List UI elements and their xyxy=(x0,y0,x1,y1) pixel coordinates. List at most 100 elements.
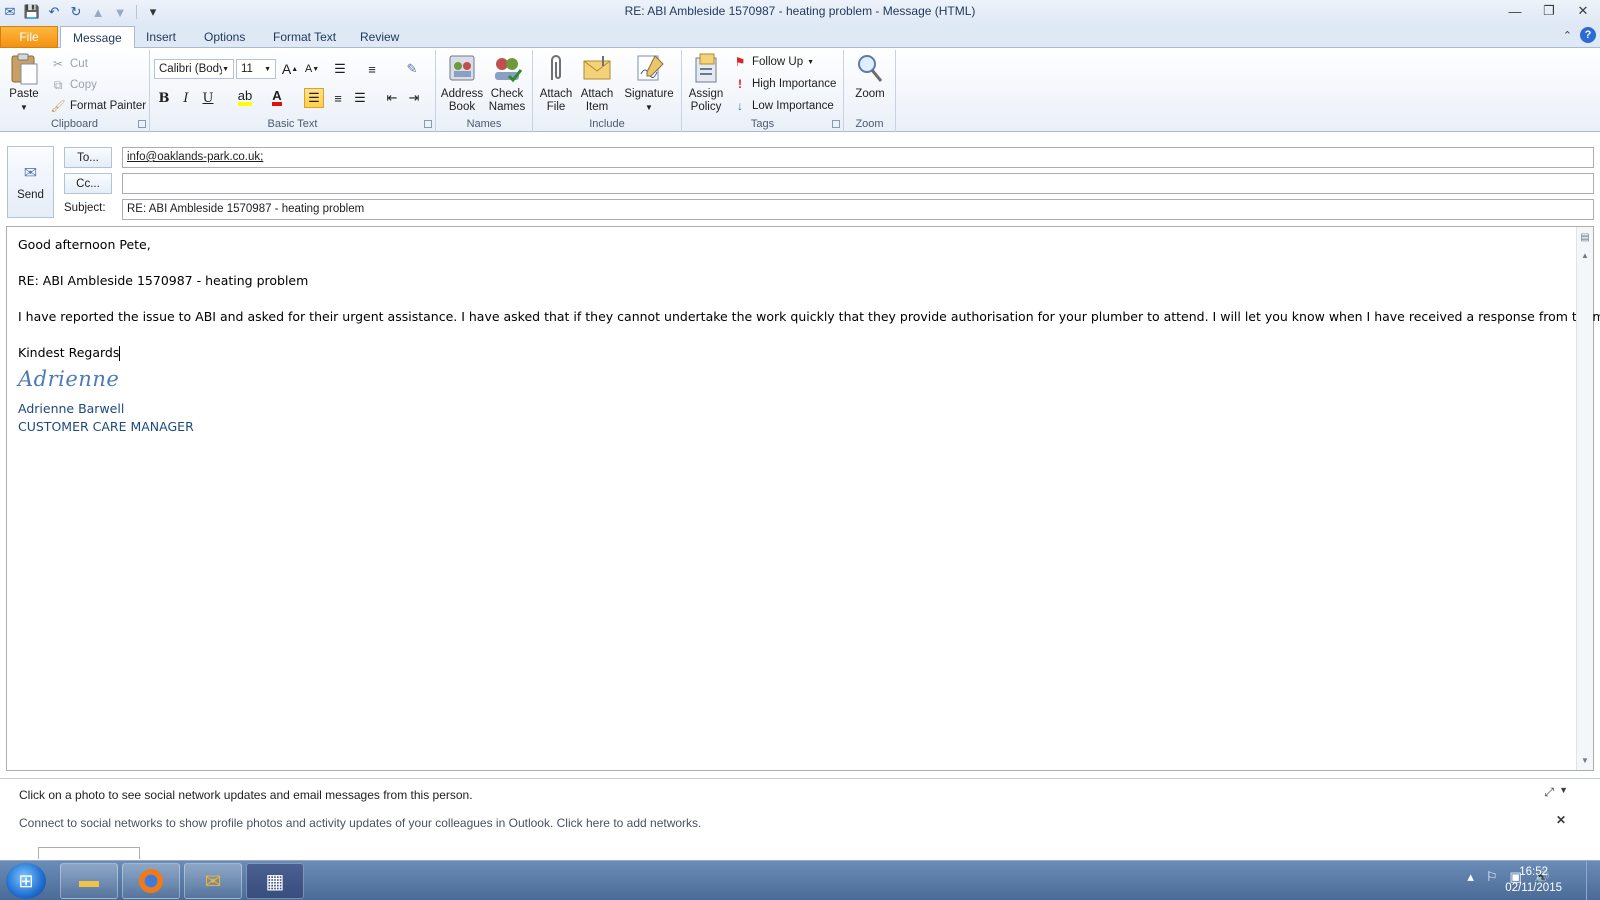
dialog-launcher-icon[interactable] xyxy=(138,120,146,128)
minimize-ribbon-icon[interactable]: ⌃ xyxy=(1563,29,1572,42)
follow-up-button[interactable]: ⚑ Follow Up ▼ xyxy=(732,54,814,70)
taskbar-outlook[interactable]: ✉ xyxy=(184,863,242,899)
action-center-flag-icon[interactable]: ⚐ xyxy=(1486,869,1498,885)
tab-file[interactable]: File xyxy=(0,26,58,48)
dialog-launcher-icon[interactable] xyxy=(832,120,840,128)
close-button[interactable]: ✕ xyxy=(1566,0,1600,22)
format-painter-button[interactable]: 🖌 Format Painter xyxy=(50,98,146,114)
paste-button[interactable]: Paste ▼ xyxy=(6,52,42,114)
bullets-button[interactable]: ☰ xyxy=(330,59,350,79)
restore-button[interactable]: ❐ xyxy=(1532,0,1566,22)
taskbar: ⊞ ▬ ✉ ▦ ▴ ⚐ ▣ 🔊 16:52 02/11/2015 xyxy=(0,860,1600,900)
highlight-button[interactable]: ab xyxy=(230,88,260,108)
social-connector-pane: Click on a photo to see social network u… xyxy=(0,778,1600,860)
assign-policy-button[interactable]: Assign Policy xyxy=(686,52,726,114)
underline-button[interactable]: U xyxy=(198,88,218,108)
show-hidden-icons-icon[interactable]: ▴ xyxy=(1467,869,1474,885)
chevron-down-icon[interactable]: ▼ xyxy=(1559,785,1568,795)
cc-button[interactable]: Cc... xyxy=(64,173,112,194)
help-icon[interactable]: ? xyxy=(1580,27,1596,43)
tab-insert[interactable]: Insert xyxy=(134,26,188,48)
check-names-label-1: Check xyxy=(490,88,524,100)
save-icon[interactable]: 💾 xyxy=(24,4,40,20)
tab-message[interactable]: Message xyxy=(60,26,135,49)
previous-item-icon[interactable]: ▲ xyxy=(90,4,106,20)
grow-font-button[interactable]: A ▲ xyxy=(280,59,300,79)
address-book-button[interactable]: Address Book xyxy=(441,52,483,114)
taskbar-calendar-app[interactable]: ▦ xyxy=(246,863,304,899)
redo-icon[interactable]: ↻ xyxy=(68,4,84,20)
dialog-launcher-icon[interactable] xyxy=(424,120,432,128)
divider xyxy=(136,5,137,19)
send-button[interactable]: ✉ Send xyxy=(7,146,54,218)
to-button[interactable]: To... xyxy=(64,147,112,168)
cut-label: Cut xyxy=(70,58,88,70)
font-size-value: 11 xyxy=(241,63,253,75)
paperclip-icon xyxy=(540,52,572,84)
clear-formatting-button[interactable]: ✎ xyxy=(402,59,422,79)
message-body[interactable]: Good afternoon Pete, RE: ABI Ambleside 1… xyxy=(6,226,1600,771)
cut-button[interactable]: ✂ Cut xyxy=(50,56,88,72)
italic-button[interactable]: I xyxy=(176,88,196,108)
align-center-button[interactable]: ≡ xyxy=(328,88,348,108)
high-importance-button[interactable]: ! High Importance xyxy=(732,76,836,92)
copy-icon: ⧉ xyxy=(53,77,63,92)
zoom-label: Zoom xyxy=(855,88,885,100)
flag-icon: ⚑ xyxy=(734,55,746,69)
outlook-app-icon[interactable]: ✉ xyxy=(2,4,18,20)
cc-field[interactable] xyxy=(122,173,1594,194)
customize-qat-icon[interactable]: ▾ xyxy=(145,4,161,20)
assign-policy-label-2: Policy xyxy=(690,101,722,113)
signature-label: Signature xyxy=(624,88,674,100)
taskbar-firefox[interactable] xyxy=(122,863,180,899)
font-name-select[interactable]: Calibri (Body) ▼ xyxy=(154,59,234,79)
next-item-icon[interactable]: ▼ xyxy=(112,4,128,20)
subject-field[interactable]: RE: ABI Ambleside 1570987 - heating prob… xyxy=(122,199,1594,220)
ruler-toggle-icon[interactable]: ▤ xyxy=(1579,231,1591,243)
tab-options[interactable]: Options xyxy=(192,26,257,48)
address-book-label-2: Book xyxy=(448,101,476,113)
tab-review[interactable]: Review xyxy=(348,26,411,48)
expand-pane-icon[interactable]: ⤢ xyxy=(1544,785,1554,800)
social-connect-link[interactable]: Connect to social networks to show profi… xyxy=(19,816,701,830)
photo-strip[interactable] xyxy=(38,847,140,859)
font-color-button[interactable]: A xyxy=(262,88,292,108)
check-names-icon xyxy=(491,52,523,84)
close-bar-icon[interactable]: ✕ xyxy=(1556,813,1566,827)
ribbon-tabs: File Message Insert Options Format Text … xyxy=(0,24,1600,49)
scroll-up-icon[interactable]: ▲ xyxy=(1579,249,1591,261)
copy-button[interactable]: ⧉ Copy xyxy=(50,77,97,93)
names-group: Address Book Check Names Names xyxy=(436,50,533,132)
undo-icon[interactable]: ↶ xyxy=(46,4,62,20)
exclamation-icon: ! xyxy=(738,77,742,91)
copy-label: Copy xyxy=(70,79,97,91)
scissors-icon: ✂ xyxy=(52,57,64,71)
increase-indent-button[interactable]: ⇥ xyxy=(404,88,424,108)
start-button[interactable]: ⊞ xyxy=(6,863,46,899)
minimize-button[interactable]: — xyxy=(1498,0,1532,22)
signature-button[interactable]: Signature ▼ xyxy=(621,52,677,114)
zoom-group: Zoom Zoom xyxy=(844,50,896,132)
system-clock[interactable]: 16:52 02/11/2015 xyxy=(1505,864,1562,896)
numbering-button[interactable]: ≡ xyxy=(362,59,382,79)
zoom-button[interactable]: Zoom xyxy=(850,52,890,101)
message-content[interactable]: Good afternoon Pete, RE: ABI Ambleside 1… xyxy=(18,237,1600,435)
vertical-scrollbar[interactable]: ▤ ▲ ▼ xyxy=(1576,227,1593,770)
chevron-down-icon: ▼ xyxy=(20,103,28,112)
shrink-font-button[interactable]: A ▼ xyxy=(302,59,322,79)
align-right-button[interactable]: ☰ xyxy=(350,88,370,108)
recipient-chip[interactable]: info@oaklands-park.co.uk; xyxy=(127,151,263,163)
check-names-button[interactable]: Check Names xyxy=(486,52,528,114)
tab-format-text[interactable]: Format Text xyxy=(261,26,348,48)
show-desktop-button[interactable] xyxy=(1586,861,1600,900)
attach-file-button[interactable]: Attach File xyxy=(537,52,575,114)
align-left-button[interactable]: ☰ xyxy=(304,88,324,108)
decrease-indent-button[interactable]: ⇤ xyxy=(382,88,402,108)
font-size-select[interactable]: 11 ▼ xyxy=(236,59,276,79)
taskbar-explorer[interactable]: ▬ xyxy=(60,863,118,899)
to-field[interactable]: info@oaklands-park.co.uk; xyxy=(122,147,1594,168)
attach-item-button[interactable]: Attach Item xyxy=(577,52,617,114)
scroll-down-icon[interactable]: ▼ xyxy=(1579,754,1591,766)
bold-button[interactable]: B xyxy=(154,88,174,108)
low-importance-button[interactable]: ↓ Low Importance xyxy=(732,98,834,114)
